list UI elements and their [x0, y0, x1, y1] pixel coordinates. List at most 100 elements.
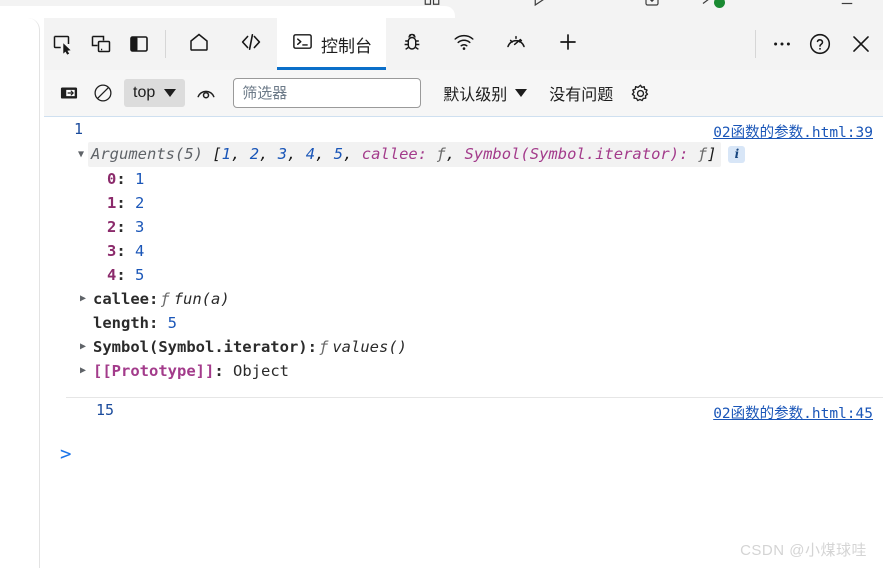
chevron-down-icon — [164, 89, 177, 97]
console-prompt[interactable]: > — [44, 441, 883, 467]
expand-toggle-icon[interactable] — [74, 144, 88, 166]
object-property-row: length: 5 — [44, 311, 883, 335]
property-value: 3 — [135, 218, 145, 236]
property-value: 5 — [167, 314, 178, 332]
summary-item-0: 1 — [221, 145, 232, 163]
property-key: callee — [93, 290, 149, 308]
issues-status[interactable]: 没有问题 — [549, 81, 613, 105]
toolbar-divider-right — [755, 30, 756, 58]
close-icon[interactable] — [839, 18, 883, 70]
page-viewport — [0, 18, 40, 568]
summary-item-4: 5 — [333, 145, 344, 163]
toolbar-divider — [165, 30, 166, 58]
object-property-row: 3: 4 — [44, 239, 883, 263]
tab-console[interactable]: 控制台 — [277, 18, 386, 70]
execution-context-value: top — [133, 84, 156, 101]
tab-console-label: 控制台 — [321, 36, 372, 56]
console-sidebar-icon[interactable] — [52, 76, 86, 110]
object-property-row[interactable]: callee:ƒfun(a) — [44, 287, 883, 311]
expand-toggle-icon[interactable] — [76, 359, 90, 383]
log-entry-header: 15 02函数的参数.html:45 — [66, 401, 883, 423]
property-key: [[Prototype]] — [93, 362, 215, 380]
filter-input[interactable] — [233, 78, 422, 108]
summary-symbol-fn: ƒ — [697, 145, 708, 163]
home-icon — [187, 30, 211, 59]
tab-add[interactable] — [542, 18, 594, 70]
info-badge-icon[interactable]: i — [728, 146, 746, 163]
chevron-down-icon — [515, 89, 528, 97]
summary-callee-label: callee: — [361, 145, 428, 163]
object-property-row: 2: 3 — [44, 215, 883, 239]
expand-toggle-icon[interactable] — [76, 287, 90, 311]
page-tab-corner — [0, 6, 455, 18]
console-filter-toolbar: top 默认级别 没有问题 — [44, 70, 883, 117]
object-property-row: 4: 5 — [44, 263, 883, 287]
log-level-value: 默认级别 — [443, 87, 508, 104]
summary-item-2: 3 — [277, 145, 288, 163]
inspect-element-icon[interactable] — [44, 18, 82, 70]
function-glyph: ƒ — [160, 290, 170, 308]
property-value: 2 — [135, 194, 145, 212]
help-icon[interactable] — [801, 18, 839, 70]
object-property-row[interactable]: [[Prototype]]: Object — [44, 359, 883, 383]
dock-side-icon[interactable] — [120, 18, 158, 70]
function-glyph: ƒ — [318, 338, 329, 356]
object-class-name: Arguments(5) — [91, 145, 203, 163]
object-property-row[interactable]: Symbol(Symbol.iterator):ƒvalues() — [44, 335, 883, 359]
object-summary-row[interactable]: Arguments(5) [1, 2, 3, 4, 5, callee: ƒ, … — [44, 142, 883, 167]
execution-context-selector[interactable]: top — [124, 79, 186, 107]
devtools-tabbar: 控制台 — [44, 18, 883, 70]
plus-icon — [556, 30, 580, 59]
download-icon[interactable] — [643, 0, 661, 8]
summary-symbol-label: Symbol(Symbol.iterator): — [464, 145, 689, 163]
tab-performance[interactable] — [490, 18, 542, 70]
console-output[interactable]: 1 02函数的参数.html:39 Arguments(5) [1, 2, 3,… — [44, 117, 883, 568]
play-icon[interactable] — [530, 0, 548, 8]
more-options-icon[interactable] — [763, 18, 801, 70]
property-key: Symbol(Symbol.iterator) — [93, 338, 308, 356]
console-log-entry[interactable]: 1 02函数的参数.html:39 Arguments(5) [1, 2, 3,… — [44, 117, 883, 387]
object-property-row: 1: 2 — [44, 191, 883, 215]
property-key: 1 — [107, 194, 117, 212]
live-expression-icon[interactable] — [189, 76, 223, 110]
tab-network[interactable] — [438, 18, 490, 70]
prompt-chevron-icon: > — [60, 443, 72, 465]
log-source-link[interactable]: 02函数的参数.html:45 — [713, 402, 873, 423]
property-key: 3 — [107, 242, 117, 260]
summary-item-3: 4 — [305, 145, 316, 163]
summary-callee-fn: ƒ — [436, 145, 446, 163]
property-value: 1 — [135, 170, 145, 188]
split-screen-icon[interactable] — [423, 0, 441, 8]
clear-console-icon[interactable] — [86, 76, 120, 110]
object-property-row: 0: 1 — [44, 167, 883, 191]
property-value: 5 — [135, 266, 145, 284]
tab-debugger[interactable] — [386, 18, 438, 70]
minimize-icon[interactable] — [838, 0, 856, 8]
gauge-icon — [504, 30, 528, 59]
object-summary-text: Arguments(5) [1, 2, 3, 4, 5, callee: ƒ, … — [88, 142, 722, 167]
log-level-selector[interactable]: 默认级别 — [435, 78, 535, 108]
property-key: 4 — [107, 266, 117, 284]
property-key: 0 — [107, 170, 117, 188]
status-dot-icon — [714, 0, 725, 8]
tab-sources[interactable] — [225, 18, 277, 70]
browser-chrome-sliver — [0, 0, 883, 18]
console-icon — [291, 30, 314, 58]
summary-item-1: 2 — [249, 145, 260, 163]
log-line-number: 1 — [74, 120, 84, 138]
device-toolbar-icon[interactable] — [82, 18, 120, 70]
property-key: 2 — [107, 218, 117, 236]
property-value: fun(a) — [173, 290, 230, 308]
tab-home[interactable] — [173, 18, 225, 70]
expand-toggle-icon[interactable] — [76, 335, 90, 359]
property-key: length — [93, 314, 149, 332]
gear-icon[interactable] — [623, 76, 657, 110]
bug-icon — [400, 30, 424, 59]
log-source-link[interactable]: 02函数的参数.html:39 — [713, 121, 873, 142]
watermark-text: CSDN @小煤球哇 — [740, 542, 867, 559]
web-page-area — [0, 18, 44, 568]
console-log-entry[interactable]: 15 02函数的参数.html:45 — [66, 397, 883, 427]
open-bracket: [ — [212, 145, 222, 163]
log-line-number: 15 — [96, 401, 115, 419]
